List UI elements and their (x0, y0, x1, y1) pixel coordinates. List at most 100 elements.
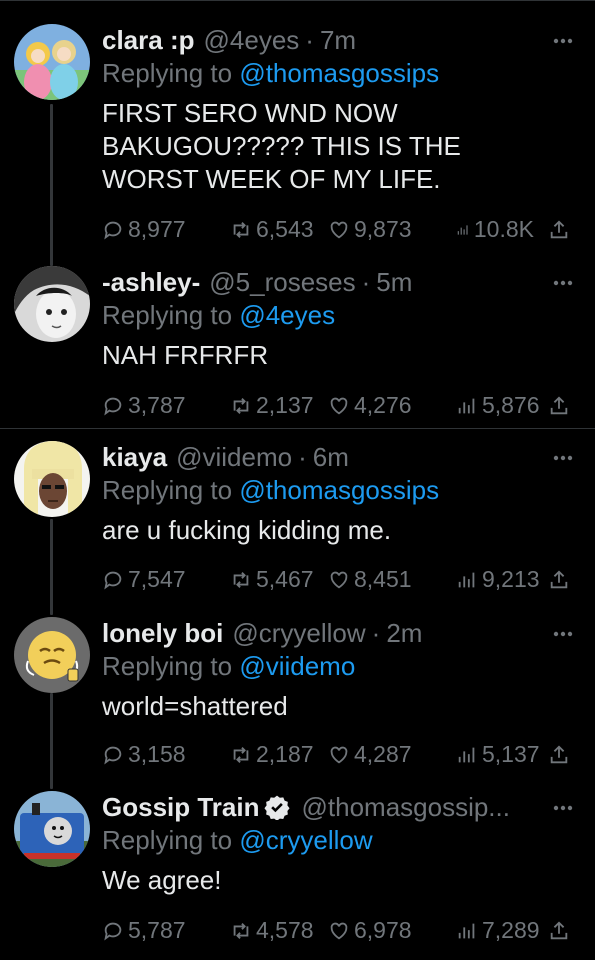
blue-train-avatar-icon (14, 791, 90, 867)
more-options-icon[interactable] (553, 631, 573, 637)
reply-icon (104, 221, 122, 240)
replying-prefix: Replying to (102, 475, 233, 505)
views-button[interactable]: 5,876 (456, 392, 540, 419)
reply-button[interactable]: 3,787 (102, 392, 230, 419)
display-name[interactable]: kiaya (102, 441, 167, 473)
action-bar: 8,977 6,543 9,873 10.8K (102, 216, 574, 243)
retweet-button[interactable]: 2,137 (230, 392, 328, 419)
views-button[interactable]: 5,137 (456, 741, 540, 768)
replying-prefix: Replying to (102, 651, 233, 681)
tweet-text-line: BAKUGOU????? THIS IS THE (102, 131, 461, 161)
like-button[interactable]: 8,451 (328, 566, 456, 593)
separator: · (361, 267, 371, 297)
timestamp[interactable]: 2m (386, 617, 422, 649)
reply-count: 8,977 (128, 216, 186, 242)
user-handle[interactable]: @cryyellow (232, 617, 365, 649)
like-count: 6,978 (354, 917, 412, 943)
action-bar: 3,158 2,187 4,287 5,137 (102, 741, 574, 768)
share-button[interactable] (548, 569, 574, 591)
views-button[interactable]: 9,213 (456, 566, 540, 593)
tweet[interactable]: lonely boi @cryyellow · 2m Replying to @… (0, 609, 595, 783)
replying-prefix: Replying to (102, 825, 233, 855)
views-chart-icon (458, 923, 475, 938)
tweet-header: clara :p @4eyes · 7m (102, 24, 551, 56)
reply-button[interactable]: 3,158 (102, 741, 230, 768)
replying-to: Replying to @cryyellow (102, 824, 551, 856)
tweet-text-line: are u fucking kidding me. (102, 515, 392, 545)
view-count: 9,213 (482, 566, 540, 592)
reply-button[interactable]: 7,547 (102, 566, 230, 593)
share-icon (550, 395, 568, 414)
retweet-button[interactable]: 5,467 (230, 566, 328, 593)
views-chart-icon (458, 398, 475, 413)
timestamp[interactable]: 6m (313, 441, 349, 473)
user-handle[interactable]: @5_roseses (209, 266, 355, 298)
tweet[interactable]: clara :p @4eyes · 7m Replying to @thomas… (0, 0, 595, 262)
like-button[interactable]: 6,978 (328, 917, 456, 944)
avatar[interactable] (14, 617, 90, 693)
share-icon (550, 744, 568, 763)
retweet-count: 2,187 (256, 741, 314, 767)
retweet-icon (233, 397, 249, 414)
views-button[interactable]: 7,289 (456, 917, 540, 944)
action-bar: 3,787 2,137 4,276 5,876 (102, 392, 574, 419)
tweet-header: kiaya @viidemo · 6m (102, 441, 551, 473)
display-name[interactable]: clara :p (102, 24, 195, 56)
tweet[interactable]: Gossip Train @thomasgossip... Replying t… (0, 783, 595, 960)
reply-button[interactable]: 5,787 (102, 917, 230, 944)
view-count: 5,137 (482, 741, 540, 767)
like-button[interactable]: 4,287 (328, 741, 456, 768)
timestamp[interactable]: 7m (320, 24, 356, 56)
user-handle[interactable]: @thomasgossip... (302, 791, 510, 823)
more-options-icon[interactable] (553, 455, 573, 461)
heart-icon (330, 922, 348, 939)
mention-link[interactable]: @cryyellow (239, 825, 372, 855)
avatar[interactable] (14, 24, 90, 100)
tweet-text-line: We agree! (102, 865, 222, 895)
display-name[interactable]: Gossip Train (102, 791, 260, 823)
avatar[interactable] (14, 441, 90, 517)
avatar[interactable] (14, 791, 90, 867)
display-name[interactable]: lonely boi (102, 617, 223, 649)
more-options-icon[interactable] (553, 280, 573, 286)
like-button[interactable]: 4,276 (328, 392, 456, 419)
tweet[interactable]: kiaya @viidemo · 6m Replying to @thomasg… (0, 429, 595, 609)
reply-count: 5,787 (128, 917, 186, 943)
share-button[interactable] (548, 219, 574, 241)
tweet-text-line: NAH FRFRFR (102, 340, 269, 370)
avatar[interactable] (14, 266, 90, 342)
display-name[interactable]: -ashley- (102, 266, 200, 298)
verified-badge-icon (263, 795, 290, 820)
retweet-button[interactable]: 4,578 (230, 917, 328, 944)
more-options-icon[interactable] (553, 805, 573, 811)
mention-link[interactable]: @thomasgossips (239, 475, 439, 505)
retweet-button[interactable]: 2,187 (230, 741, 328, 768)
share-button[interactable] (548, 744, 574, 766)
like-count: 4,287 (354, 741, 412, 767)
tweet-text: world=shattered (102, 690, 551, 723)
replying-to: Replying to @viidemo (102, 650, 551, 682)
mention-link[interactable]: @viidemo (239, 651, 355, 681)
share-button[interactable] (548, 920, 574, 942)
tweet-text: are u fucking kidding me. (102, 514, 551, 547)
reply-button[interactable]: 8,977 (102, 216, 230, 243)
heart-icon (330, 221, 348, 238)
blonde-wig-avatar-icon (14, 441, 90, 517)
retweet-count: 2,137 (256, 392, 314, 418)
mention-link[interactable]: @4eyes (239, 300, 335, 330)
retweet-button[interactable]: 6,543 (230, 216, 328, 243)
user-handle[interactable]: @4eyes (204, 24, 300, 56)
timestamp[interactable]: 5m (376, 266, 412, 298)
like-count: 9,873 (354, 216, 412, 242)
view-count: 5,876 (482, 392, 540, 418)
heart-icon (330, 746, 348, 763)
more-options-icon[interactable] (553, 38, 573, 44)
tweet[interactable]: -ashley- @5_roseses · 5m Replying to @4e… (0, 262, 595, 428)
views-button[interactable]: 10.8K (456, 216, 534, 243)
like-button[interactable]: 9,873 (328, 216, 456, 243)
share-button[interactable] (548, 395, 574, 417)
user-handle[interactable]: @viidemo (176, 441, 292, 473)
mention-link[interactable]: @thomasgossips (239, 58, 439, 88)
retweet-icon (233, 571, 249, 588)
share-icon (550, 920, 568, 939)
